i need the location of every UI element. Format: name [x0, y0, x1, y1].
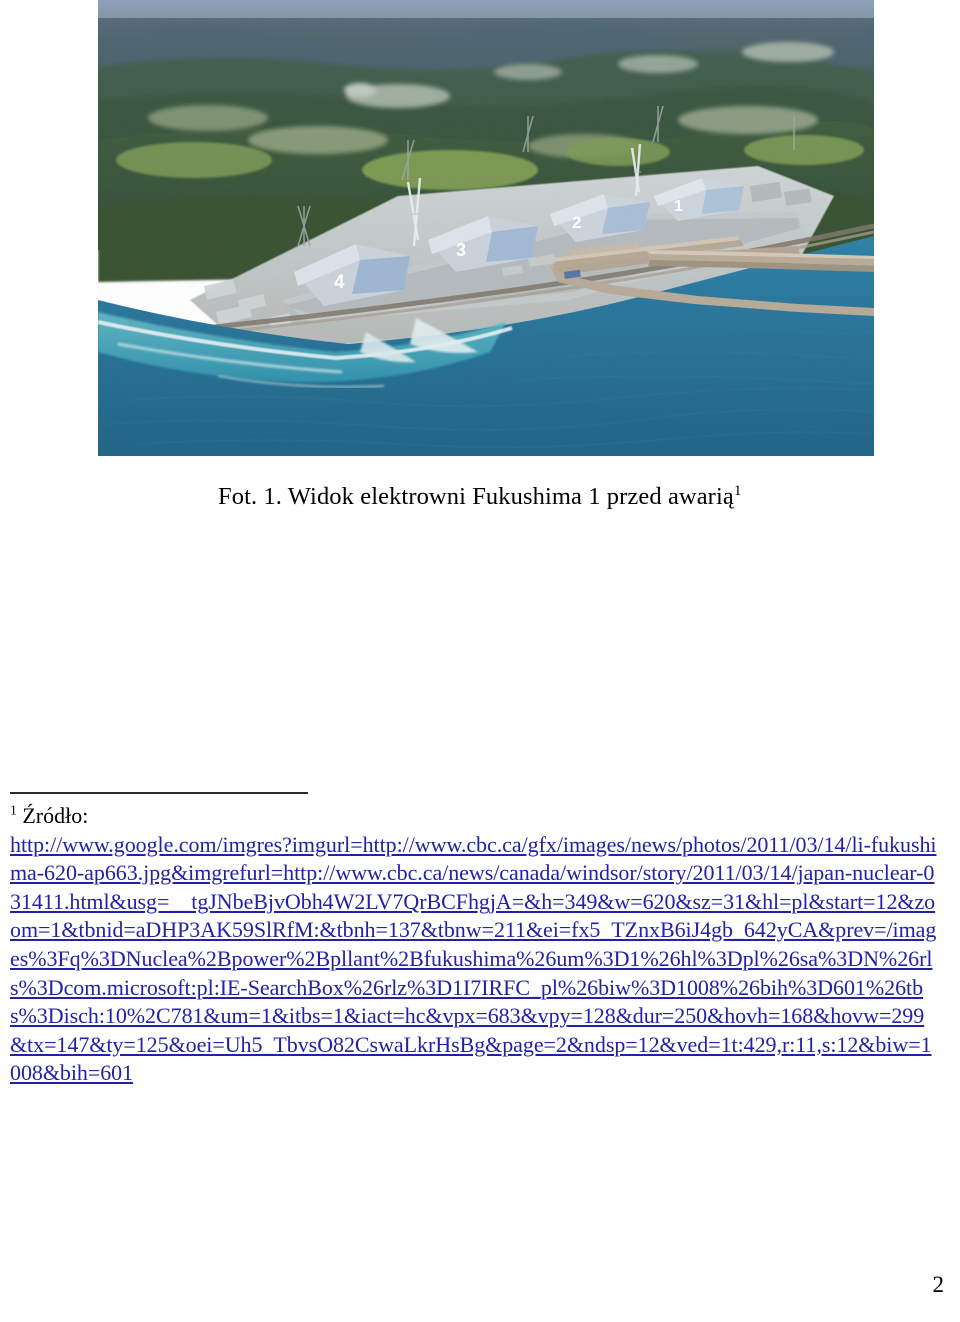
footnote-block: 1 Źródło: http://www.google.com/imgres?i…: [10, 802, 940, 1088]
figure-photo-fukushima: 4 3 2: [98, 0, 874, 456]
aerial-photo-fukushima-daiichi: 4 3 2: [98, 0, 874, 456]
caption-footnote-marker: 1: [733, 481, 742, 499]
page-number: 2: [932, 1272, 945, 1297]
footnote-source-line: 1 Źródło:: [10, 802, 940, 831]
footnote-label: Źródło:: [22, 803, 89, 828]
footnote-source-url-link[interactable]: http://www.google.com/imgres?imgurl=http…: [10, 831, 940, 1088]
footnote-marker: 1: [10, 802, 17, 818]
footnote-separator-rule: [10, 792, 308, 794]
caption-text: Fot. 1. Widok elektrowni Fukushima 1 prz…: [218, 483, 734, 510]
figure-caption: Fot. 1. Widok elektrowni Fukushima 1 prz…: [218, 482, 742, 513]
